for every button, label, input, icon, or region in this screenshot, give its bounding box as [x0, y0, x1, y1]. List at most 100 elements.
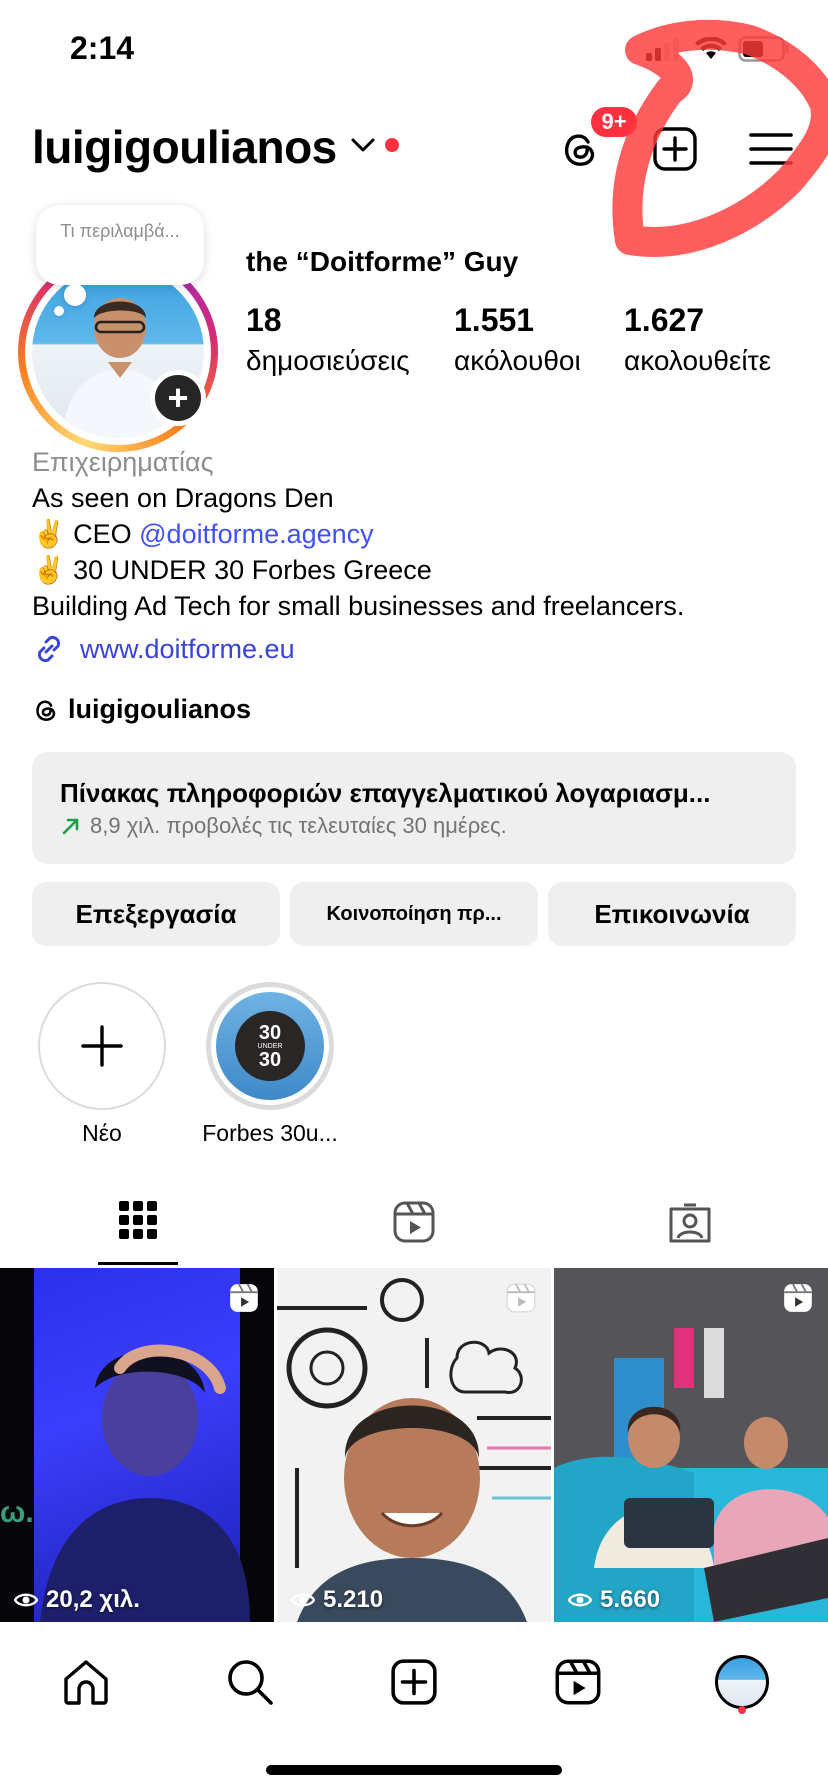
post-1[interactable]: ω. 20,2 χιλ.: [0, 1268, 274, 1622]
new-post-button[interactable]: [650, 124, 700, 174]
nav-reels[interactable]: [548, 1652, 608, 1712]
account-switcher-username[interactable]: luigigoulianos: [32, 120, 337, 174]
note-bubble-tail-small: [54, 306, 64, 316]
nav-search[interactable]: [220, 1652, 280, 1712]
eye-icon: [568, 1593, 592, 1607]
bio-line-3: ✌️ 30 UNDER 30 Forbes Greece: [32, 555, 432, 585]
stat-followers[interactable]: 1.551 ακόλουθοι: [454, 302, 581, 377]
chevron-down-icon[interactable]: [350, 136, 376, 154]
profile-bio: Επιχειρηματίας As seen on Dragons Den ✌️…: [32, 444, 812, 624]
bio-mention-link[interactable]: @doitforme.agency: [139, 519, 374, 549]
threads-notification-badge: 9+: [588, 104, 640, 140]
post-2-views: 5.210: [291, 1586, 383, 1614]
post-2-person: [297, 1398, 527, 1622]
post-1-corner-text: ω.: [0, 1496, 34, 1529]
stat-following-label: ακολουθείτε: [624, 345, 772, 376]
stat-followers-label: ακόλουθοι: [454, 345, 581, 376]
nav-home[interactable]: [56, 1652, 116, 1712]
posts-grid: ω. 20,2 χιλ. 5.210 5.660: [0, 1268, 828, 1622]
bio-line-2: ✌️ CEO @doitforme.agency: [32, 516, 812, 552]
trend-up-arrow-icon: [62, 818, 79, 835]
highlight-new-label: Νέο: [82, 1120, 122, 1146]
highlight-new[interactable]: Νέο: [37, 982, 167, 1147]
profile-header: luigigoulianos: [0, 110, 828, 190]
nav-profile[interactable]: [712, 1652, 772, 1712]
stat-posts[interactable]: 18 δημοσιεύσεις: [246, 302, 410, 377]
threads-profile-link[interactable]: luigigoulianos: [32, 694, 251, 725]
bio-line-4: Building Ad Tech for small businesses an…: [32, 591, 685, 621]
reel-indicator-icon: [784, 1283, 812, 1312]
new-post-icon: [653, 127, 697, 171]
battery-icon: [738, 36, 789, 62]
highlight-forbes[interactable]: 30 UNDER 30 Forbes 30u...: [200, 982, 340, 1147]
profile-full-name: the “Doitforme” Guy: [246, 246, 519, 277]
highlight-new-circle[interactable]: [38, 982, 166, 1110]
menu-icon: [749, 133, 793, 165]
tab-tagged[interactable]: [552, 1190, 828, 1266]
stat-following[interactable]: 1.627 ακολουθείτε: [624, 302, 771, 377]
threads-handle: luigigoulianos: [68, 694, 251, 724]
note-bubble[interactable]: Τι περιλαμβά...: [36, 205, 204, 285]
dashboard-subtitle: 8,9 χιλ. προβολές τις τελευταίες 30 ημέρ…: [60, 813, 768, 839]
post-3-views-count: 5.660: [600, 1586, 661, 1613]
highlight-forbes-label: Forbes 30u...: [202, 1120, 338, 1146]
note-bubble-tail: [64, 284, 86, 306]
status-bar: 2:14: [0, 0, 828, 100]
profile-tabs: [0, 1190, 828, 1266]
dashboard-subtitle-text: 8,9 χιλ. προβολές τις τελευταίες 30 ημέρ…: [90, 813, 507, 838]
edit-profile-button[interactable]: Επεξεργασία: [32, 882, 280, 946]
badge-bottom: 30: [258, 1048, 282, 1071]
link-icon: [37, 635, 61, 663]
account-notification-dot: [385, 138, 399, 152]
nav-create[interactable]: [384, 1652, 444, 1712]
stat-followers-value: 1.551: [454, 302, 535, 338]
reel-indicator-icon: [506, 1283, 536, 1313]
eye-icon: [14, 1593, 38, 1607]
status-icons: [644, 36, 790, 62]
signal-icon: [646, 38, 679, 61]
bio-category: Επιχειρηματίας: [32, 447, 214, 477]
menu-button[interactable]: [746, 124, 796, 174]
share-profile-button[interactable]: Κοινοποίηση πρ...: [290, 882, 538, 946]
search-icon: [228, 1660, 273, 1705]
stat-posts-label: δημοσιεύσεις: [246, 345, 410, 376]
bio-line-2-prefix: ✌️ CEO: [32, 519, 140, 549]
post-1-person: [40, 1344, 250, 1622]
tab-grid[interactable]: [0, 1190, 276, 1266]
forbes-30-under-30-badge: 30 UNDER 30: [235, 1011, 305, 1081]
active-tab-indicator: [98, 1262, 178, 1265]
tagged-icon: [669, 1203, 711, 1243]
badge-top: 30: [258, 1021, 282, 1044]
status-time: 2:14: [70, 30, 135, 66]
grid-icon: [119, 1201, 157, 1239]
stat-posts-value: 18: [246, 302, 282, 338]
reel-indicator-icon: [230, 1283, 258, 1312]
home-indicator: [266, 1765, 562, 1775]
contact-button[interactable]: Επικοινωνία: [548, 882, 796, 946]
reels-icon: [393, 1201, 435, 1243]
eye-icon: [291, 1593, 315, 1607]
home-icon: [64, 1660, 108, 1705]
post-2[interactable]: 5.210: [277, 1268, 551, 1622]
plus-icon: [81, 1025, 123, 1067]
threads-small-icon: [36, 700, 56, 721]
wifi-icon: [695, 37, 727, 59]
post-1-views-count: 20,2 χιλ.: [46, 1586, 140, 1613]
website-link-text[interactable]: www.doitforme.eu: [80, 634, 295, 665]
reels-icon: [555, 1659, 601, 1705]
highlight-forbes-circle[interactable]: 30 UNDER 30: [206, 982, 334, 1110]
profile-avatar-small: [715, 1655, 769, 1709]
website-link[interactable]: www.doitforme.eu: [32, 632, 295, 666]
tab-reels[interactable]: [276, 1190, 552, 1266]
post-1-views: 20,2 χιλ.: [14, 1586, 140, 1614]
post-3-views: 5.660: [568, 1586, 660, 1614]
stat-following-value: 1.627: [624, 302, 705, 338]
professional-dashboard-card[interactable]: Πίνακας πληροφοριών επαγγελματικού λογαρ…: [32, 752, 796, 864]
add-story-button[interactable]: +: [150, 370, 206, 426]
post-2-views-count: 5.210: [323, 1586, 384, 1613]
create-icon: [391, 1659, 437, 1705]
post-3-scene: [554, 1268, 828, 1622]
highlight-forbes-cover: 30 UNDER 30: [216, 992, 324, 1100]
dashboard-title: Πίνακας πληροφοριών επαγγελματικού λογαρ…: [60, 778, 711, 808]
post-3[interactable]: 5.660: [554, 1268, 828, 1622]
